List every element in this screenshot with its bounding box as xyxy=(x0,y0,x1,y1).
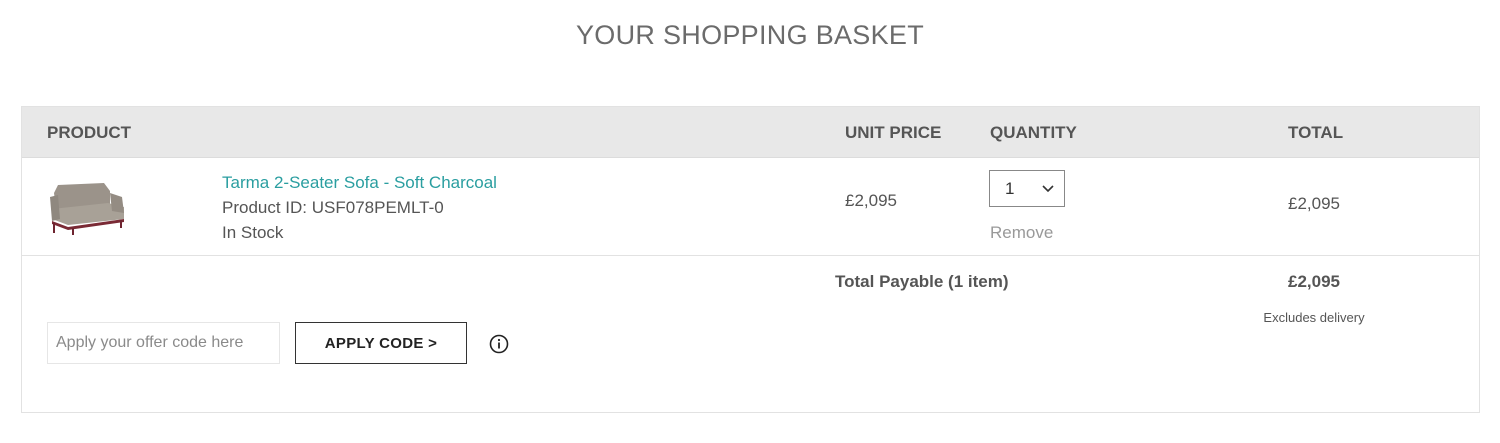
excludes-delivery-note: Excludes delivery xyxy=(1263,310,1365,325)
table-header: PRODUCT UNIT PRICE QUANTITY TOTAL xyxy=(22,107,1479,158)
sofa-image[interactable] xyxy=(48,179,128,235)
remove-link[interactable]: Remove xyxy=(990,223,1053,243)
quantity-select[interactable]: 1 xyxy=(989,170,1065,207)
header-unit-price: UNIT PRICE xyxy=(845,123,942,142)
product-name-link[interactable]: Tarma 2-Seater Sofa - Soft Charcoal xyxy=(222,173,497,193)
unit-price: £2,095 xyxy=(845,191,897,210)
total-payable-amount: £2,095 xyxy=(1288,272,1340,291)
stock-status: In Stock xyxy=(222,223,284,242)
apply-code-button[interactable]: APPLY CODE > xyxy=(295,322,467,364)
header-total: TOTAL xyxy=(1288,123,1344,142)
product-id: Product ID: USF078PEMLT-0 xyxy=(222,198,444,217)
info-icon[interactable] xyxy=(489,334,509,354)
row-total: £2,095 xyxy=(1288,194,1340,213)
offer-code-input[interactable] xyxy=(47,322,280,364)
header-product: PRODUCT xyxy=(47,123,132,142)
basket-item-row: Tarma 2-Seater Sofa - Soft Charcoal Prod… xyxy=(22,159,1479,256)
chevron-down-icon xyxy=(1042,185,1054,193)
basket-table: PRODUCT UNIT PRICE QUANTITY TOTAL Tarma … xyxy=(21,106,1480,413)
header-quantity: QUANTITY xyxy=(990,123,1077,142)
page-title: YOUR SHOPPING BASKET xyxy=(575,20,925,50)
total-payable-label: Total Payable (1 item) xyxy=(835,272,1009,291)
quantity-value: 1 xyxy=(1005,179,1015,198)
